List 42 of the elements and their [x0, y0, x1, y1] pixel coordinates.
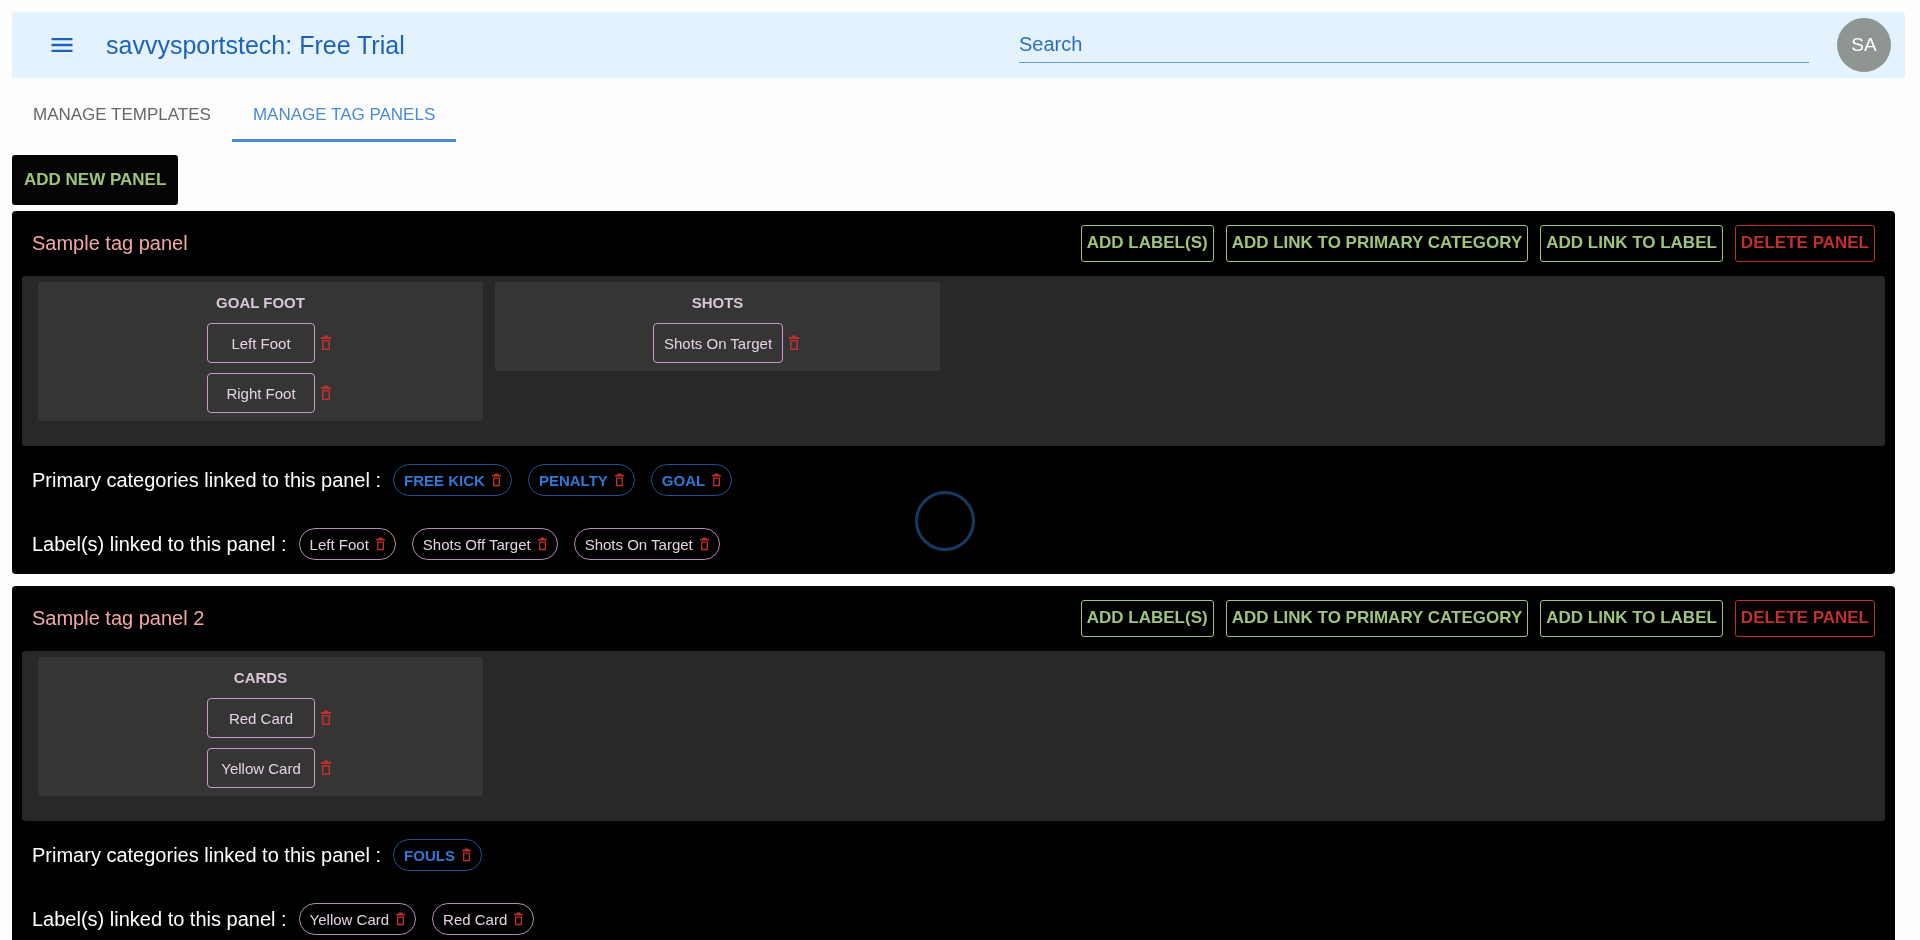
trash-icon[interactable]	[395, 912, 407, 926]
primary-categories-caption: Primary categories linked to this panel :	[32, 843, 382, 867]
group-name: CARDS	[233, 669, 288, 686]
add-action-button[interactable]: ADD LABEL(S)	[1080, 224, 1214, 262]
trash-icon[interactable]	[788, 335, 801, 351]
trash-icon[interactable]	[490, 473, 502, 487]
trash-icon[interactable]	[536, 537, 548, 551]
loading-spinner-icon	[915, 491, 975, 551]
label-button[interactable]: Red Card	[207, 698, 315, 738]
linked-labels-caption: Label(s) linked to this panel :	[32, 907, 287, 931]
label-button[interactable]: Yellow Card	[207, 748, 315, 788]
delete-panel-button[interactable]: DELETE PANEL	[1734, 599, 1875, 637]
add-panel-button[interactable]: ADD NEW PANEL	[12, 155, 179, 205]
trash-icon[interactable]	[320, 760, 332, 776]
tab[interactable]: MANAGE TEMPLATES	[12, 90, 232, 142]
linked-labels-caption: Label(s) linked to this panel :	[32, 532, 287, 556]
group-name: GOAL FOOT	[216, 294, 305, 311]
trash-icon[interactable]	[320, 335, 332, 351]
label-button[interactable]: Shots On Target	[652, 323, 784, 363]
panel-title: Sample tag panel 2	[32, 606, 205, 630]
delete-panel-button[interactable]: DELETE PANEL	[1734, 224, 1875, 262]
trash-icon[interactable]	[613, 473, 625, 487]
primary-categories-caption: Primary categories linked to this panel :	[32, 468, 382, 492]
trash-icon[interactable]	[460, 848, 472, 862]
add-action-button[interactable]: ADD LINK TO LABEL	[1540, 224, 1723, 262]
add-action-button[interactable]: ADD LINK TO LABEL	[1540, 599, 1723, 637]
add-action-button[interactable]: ADD LINK TO PRIMARY CATEGORY	[1225, 224, 1529, 262]
trash-icon[interactable]	[698, 537, 710, 551]
search-field[interactable]: Search	[1019, 27, 1809, 63]
label-button[interactable]: Right Foot	[207, 373, 315, 413]
trash-icon[interactable]	[320, 710, 332, 726]
panel-title: Sample tag panel	[32, 231, 188, 255]
add-action-button[interactable]: ADD LABEL(S)	[1080, 599, 1214, 637]
trash-icon[interactable]	[374, 537, 386, 551]
trash-icon[interactable]	[711, 473, 723, 487]
app-title: savvysportstech: Free Trial	[106, 30, 405, 60]
group-name: SHOTS	[691, 294, 744, 311]
tab[interactable]: MANAGE TAG PANELS	[231, 90, 457, 142]
trash-icon[interactable]	[513, 912, 525, 926]
label-button[interactable]: Left Foot	[207, 323, 315, 363]
trash-icon[interactable]	[320, 385, 332, 401]
add-action-button[interactable]: ADD LINK TO PRIMARY CATEGORY	[1225, 599, 1529, 637]
